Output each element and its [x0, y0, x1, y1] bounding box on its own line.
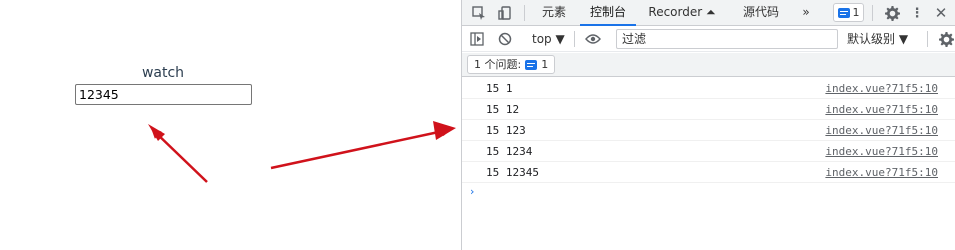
issues-badge[interactable]: 1 [833, 3, 864, 22]
arrow-to-input [151, 128, 208, 183]
log-row: 15 1 index.vue?71f5:10 [462, 78, 955, 99]
app-page: watch [0, 0, 461, 250]
log-row: 15 123 index.vue?71f5:10 [462, 120, 955, 141]
issues-button[interactable]: 1 个问题: 1 [467, 55, 556, 74]
log-message: 15 12345 [486, 166, 539, 179]
sidebar-toggle-icon[interactable] [468, 30, 486, 48]
settings-icon[interactable] [883, 4, 901, 22]
inspect-element-icon[interactable] [470, 4, 488, 22]
log-message: 15 1 [486, 82, 513, 95]
tab-elements[interactable]: 元素 [536, 0, 572, 26]
log-row: 15 12 index.vue?71f5:10 [462, 99, 955, 120]
issues-count: 1 [541, 58, 549, 71]
issues-badge-count: 1 [852, 6, 860, 19]
tab-console[interactable]: 控制台 [580, 0, 636, 26]
page-title: watch [141, 65, 185, 81]
devtools-panel: 元素 控制台 Recorder ⏶ 源代码 » 1 ⋮ ✕ top ▼ 过滤 默… [461, 0, 955, 250]
log-row: 15 12345 index.vue?71f5:10 [462, 162, 955, 183]
log-source-link[interactable]: index.vue?71f5:10 [825, 145, 938, 158]
context-select[interactable]: top ▼ [532, 30, 565, 49]
console-toolbar: top ▼ 过滤 默认级别 ▼ [462, 27, 955, 52]
tab-sources[interactable]: 源代码 [736, 0, 786, 26]
log-source-link[interactable]: index.vue?71f5:10 [825, 166, 938, 179]
annotation-arrows [151, 126, 452, 183]
console-output: 15 1 index.vue?71f5:10 15 12 index.vue?7… [462, 78, 955, 203]
console-settings-icon[interactable] [937, 30, 955, 48]
log-source-link[interactable]: index.vue?71f5:10 [825, 82, 938, 95]
message-icon [525, 59, 538, 70]
eye-icon[interactable] [584, 30, 602, 48]
clear-console-icon[interactable] [496, 30, 514, 48]
message-icon [837, 7, 850, 18]
log-row: 15 1234 index.vue?71f5:10 [462, 141, 955, 162]
console-prompt[interactable]: › [462, 183, 955, 203]
more-tabs-button[interactable]: » [796, 0, 816, 26]
filter-input[interactable]: 过滤 [616, 29, 838, 49]
device-toolbar-icon[interactable] [496, 4, 514, 22]
issues-bar: 1 个问题: 1 [462, 53, 955, 77]
issues-label: 1 个问题: [474, 58, 522, 71]
more-options-icon[interactable]: ⋮ [908, 4, 926, 22]
log-message: 15 1234 [486, 145, 533, 158]
arrow-to-console [270, 126, 452, 170]
log-source-link[interactable]: index.vue?71f5:10 [825, 124, 938, 137]
log-source-link[interactable]: index.vue?71f5:10 [825, 103, 938, 116]
close-icon[interactable]: ✕ [932, 4, 950, 22]
devtools-tabbar: 元素 控制台 Recorder ⏶ 源代码 » 1 ⋮ ✕ [462, 0, 955, 26]
log-message: 15 123 [486, 124, 526, 137]
tab-recorder[interactable]: Recorder ⏶ [644, 0, 720, 26]
log-levels-select[interactable]: 默认级别 ▼ [847, 30, 908, 49]
prompt-chevron-icon: › [470, 185, 475, 198]
watch-input[interactable] [75, 84, 252, 105]
log-message: 15 12 [486, 103, 520, 116]
